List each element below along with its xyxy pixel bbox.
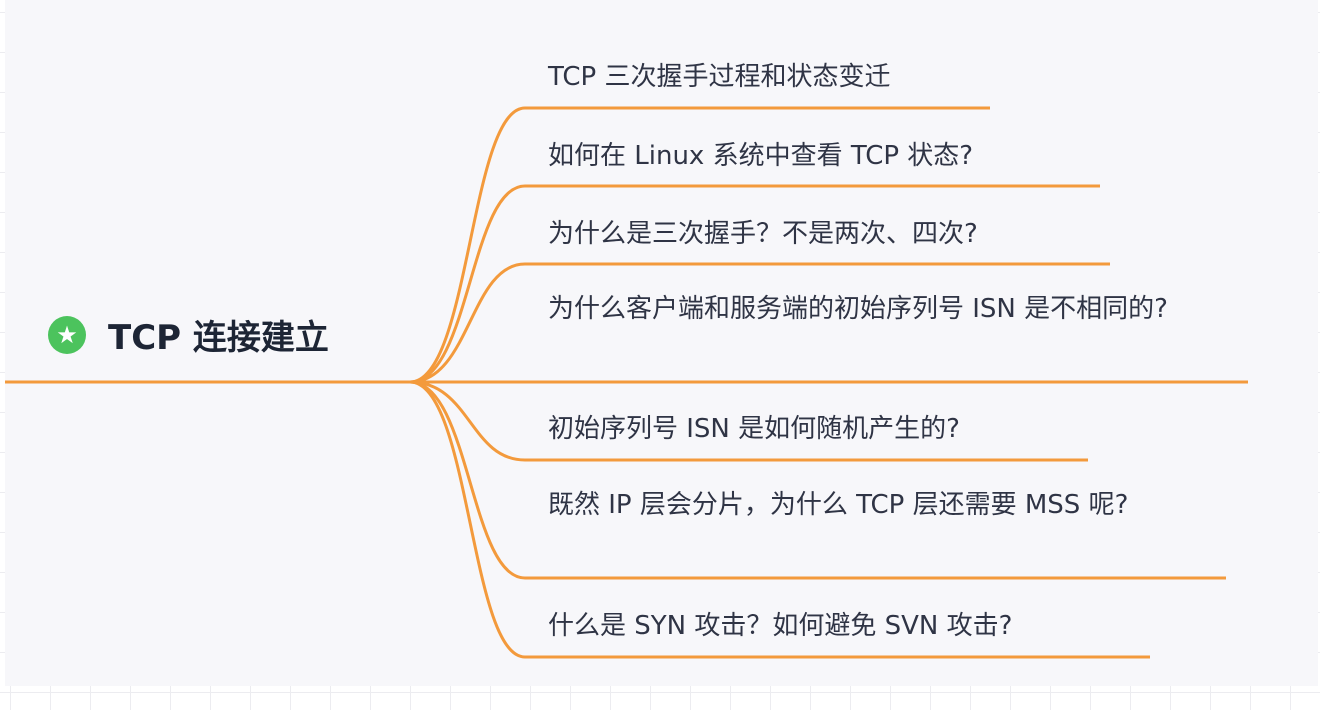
root-label: TCP 连接建立 xyxy=(108,318,329,358)
star-icon: ★ xyxy=(48,315,86,354)
child-node[interactable]: 为什么是三次握手？不是两次、四次? xyxy=(548,213,1238,255)
child-node[interactable]: TCP 三次握手过程和状态变迁 xyxy=(548,56,1238,98)
child-node[interactable]: 什么是 SYN 攻击？如何避免 SVN 攻击? xyxy=(548,605,1238,647)
root-node[interactable]: ★ TCP 连接建立 xyxy=(48,310,329,359)
child-node[interactable]: 既然 IP 层会分片，为什么 TCP 层还需要 MSS 呢? xyxy=(548,484,1208,526)
child-node[interactable]: 初始序列号 ISN 是如何随机产生的? xyxy=(548,408,1238,450)
child-node[interactable]: 如何在 Linux 系统中查看 TCP 状态? xyxy=(548,135,1238,177)
child-node[interactable]: 为什么客户端和服务端的初始序列号 ISN 是不相同的? xyxy=(548,288,1238,330)
